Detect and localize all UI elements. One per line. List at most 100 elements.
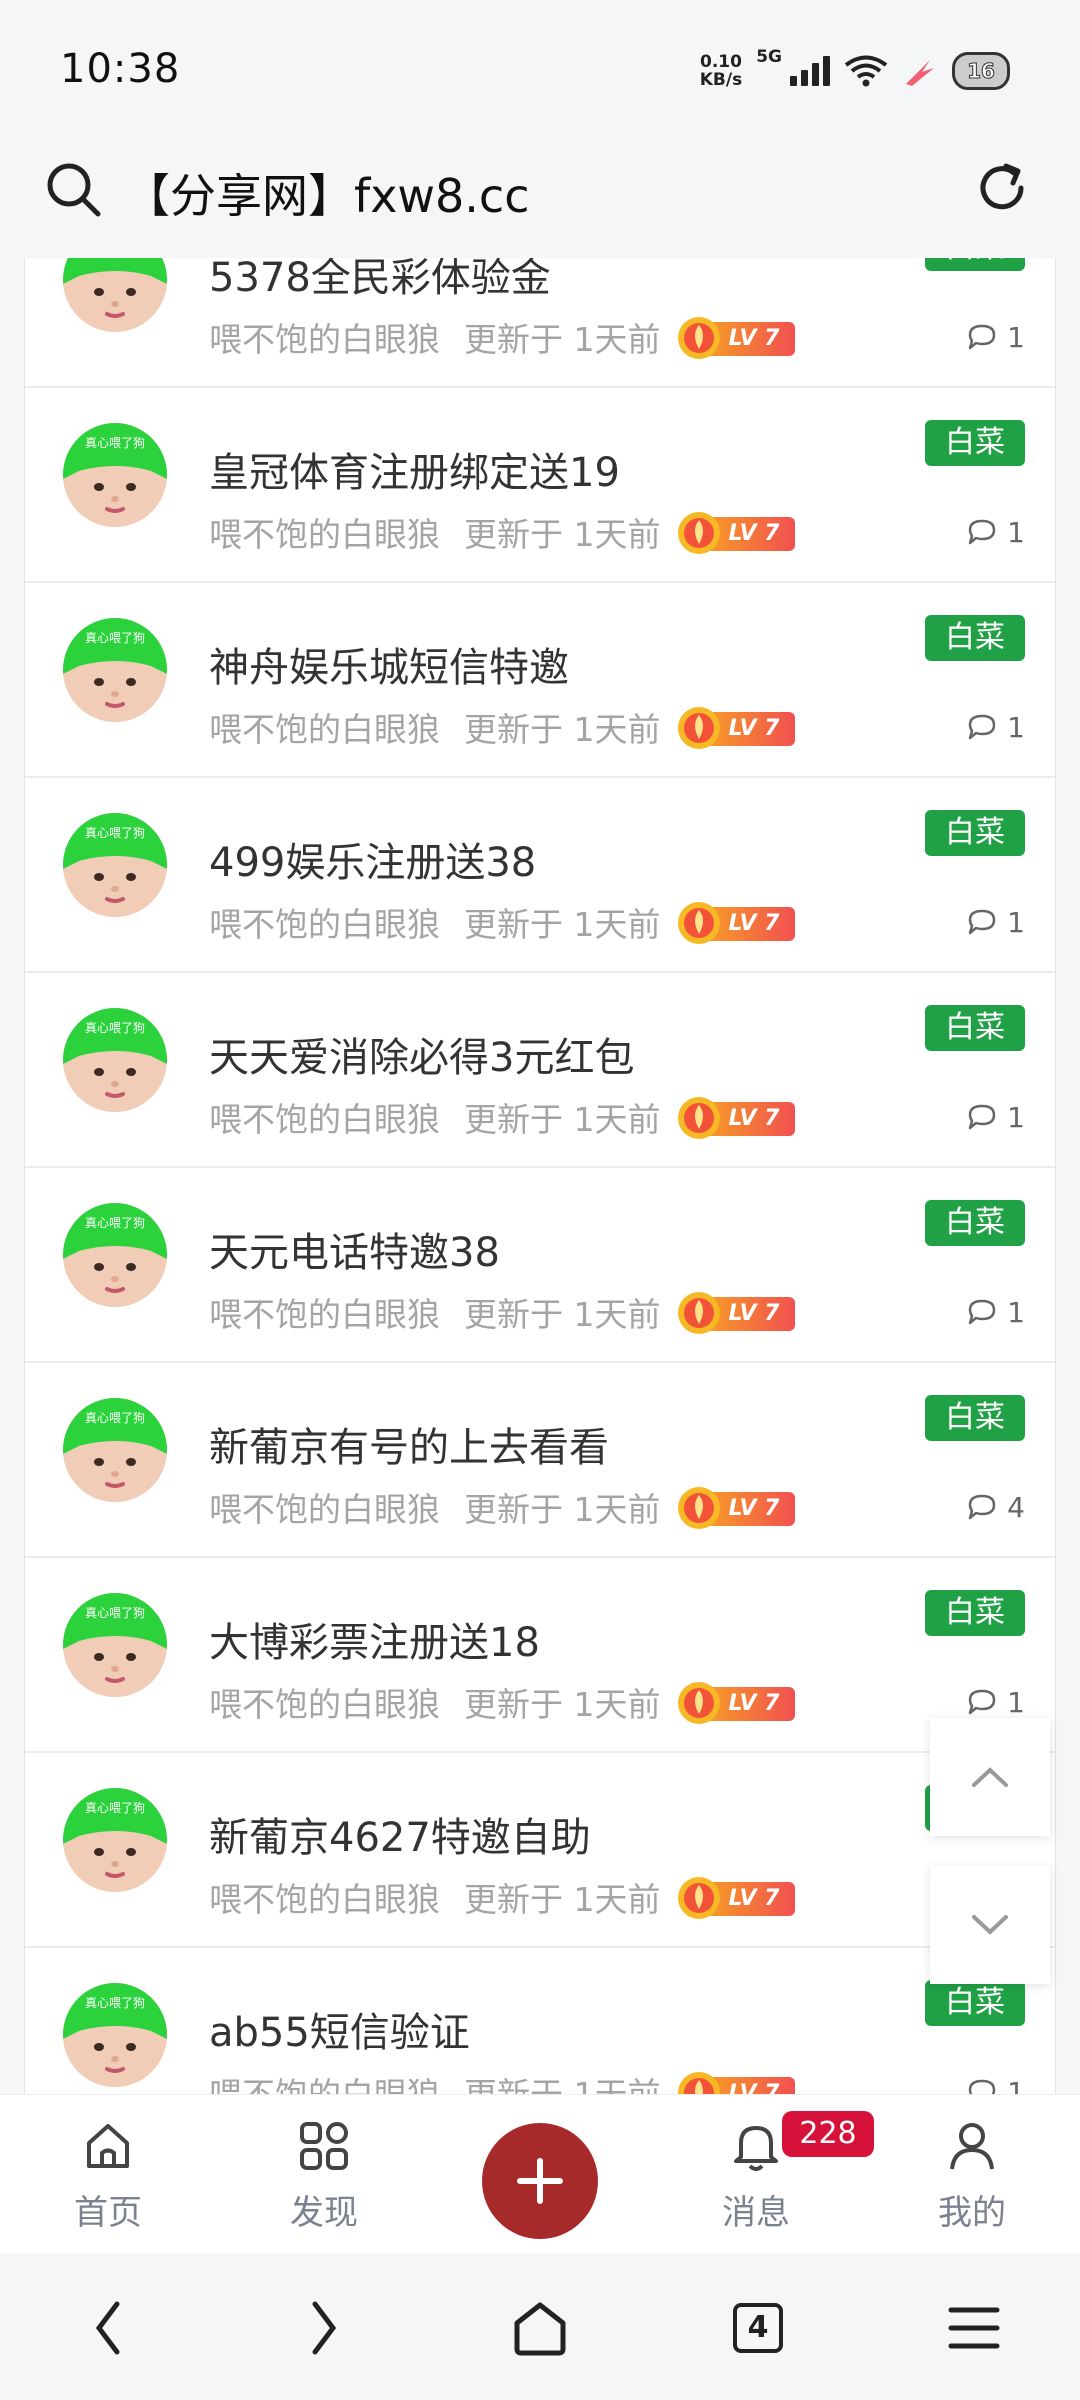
medal-icon (677, 317, 720, 359)
updated-time: 更新于 1天前 (464, 905, 661, 944)
category-tag[interactable]: 白菜 (925, 810, 1025, 856)
avatar[interactable]: 真心喂了狗 (63, 618, 167, 722)
category-tag[interactable]: 白菜 (925, 258, 1025, 271)
author-name[interactable]: 喂不饱的白眼狼 (209, 508, 440, 556)
level-badge: LV 7 (675, 1680, 795, 1724)
list-item[interactable]: 真心喂了狗 神舟娱乐城短信特邀 喂不饱的白眼狼 更新于 1天前 LV 7 白菜 (25, 583, 1055, 778)
category-tag[interactable]: 白菜 (925, 1005, 1025, 1051)
avatar[interactable]: 真心喂了狗 (63, 258, 167, 332)
medal-icon (677, 707, 720, 749)
scroll-bottom-button[interactable] (930, 1866, 1050, 1984)
post-meta: 喂不饱的白眼狼 更新于 1天前 LV 7 (209, 315, 795, 359)
author-name[interactable]: 喂不饱的白眼狼 (209, 703, 440, 751)
comment-number: 1 (1007, 2075, 1025, 2095)
post-title[interactable]: 499娱乐注册送38 (209, 830, 536, 888)
post-list-viewport[interactable]: 真心喂了狗 5378全民彩体验金 喂不饱的白眼狼 更新于 1天前 LV 7 白菜 (24, 258, 1056, 2094)
home-outline-icon (514, 2302, 566, 2356)
nav-mine[interactable]: 我的 (912, 2117, 1032, 2234)
nav-mine-label: 我的 (938, 2193, 1006, 2233)
nav-home[interactable]: 首页 (48, 2117, 168, 2234)
category-tag[interactable]: 白菜 (925, 1980, 1025, 2026)
author-name[interactable]: 喂不饱的白眼狼 (209, 1093, 440, 1141)
network-type: 5G (756, 47, 782, 67)
avatar[interactable]: 真心喂了狗 (63, 1593, 167, 1697)
avatar[interactable]: 真心喂了狗 (63, 1008, 167, 1112)
avatar[interactable]: 真心喂了狗 (63, 1203, 167, 1307)
svg-text:真心喂了狗: 真心喂了狗 (85, 1996, 145, 2010)
avatar[interactable]: 真心喂了狗 (63, 1983, 167, 2087)
status-time: 10:38 (60, 46, 181, 92)
comment-number: 1 (1007, 320, 1025, 354)
list-item[interactable]: 真心喂了狗 新葡京有号的上去看看 喂不饱的白眼狼 更新于 1天前 LV 7 白菜 (25, 1363, 1055, 1558)
author-name[interactable]: 喂不饱的白眼狼 (209, 898, 440, 946)
home-button[interactable] (508, 2298, 572, 2358)
post-title[interactable]: 大博彩票注册送18 (209, 1610, 540, 1668)
author-name[interactable]: 喂不饱的白眼狼 (209, 1678, 440, 1726)
level-badge: LV 7 (675, 1290, 795, 1334)
menu-icon (948, 2307, 1000, 2349)
category-tag[interactable]: 白菜 (925, 420, 1025, 466)
back-button[interactable] (80, 2298, 136, 2358)
level-badge: LV 7 (675, 2070, 795, 2094)
address-text[interactable]: 【分享网】fxw8.cc (124, 160, 530, 226)
avatar[interactable]: 真心喂了狗 (63, 813, 167, 917)
list-item[interactable]: 真心喂了狗 大博彩票注册送18 喂不饱的白眼狼 更新于 1天前 LV 7 白菜 (25, 1558, 1055, 1753)
post-meta: 喂不饱的白眼狼 更新于 1天前 LV 7 (209, 1485, 795, 1529)
post-title[interactable]: ab55短信验证 (209, 2000, 470, 2058)
list-item[interactable]: 真心喂了狗 5378全民彩体验金 喂不饱的白眼狼 更新于 1天前 LV 7 白菜 (25, 258, 1055, 388)
list-item[interactable]: 真心喂了狗 天天爱消除必得3元红包 喂不饱的白眼狼 更新于 1天前 LV 7 白… (25, 973, 1055, 1168)
browser-address-bar[interactable]: 【分享网】fxw8.cc (0, 140, 1080, 258)
post-title[interactable]: 皇冠体育注册绑定送19 (209, 440, 620, 498)
status-icons: 0.10 KB/s 5G 16 (700, 46, 1010, 96)
author-name[interactable]: 喂不饱的白眼狼 (209, 2068, 440, 2094)
svg-text:真心喂了狗: 真心喂了狗 (85, 826, 145, 840)
post-title[interactable]: 5378全民彩体验金 (209, 258, 551, 303)
list-item[interactable]: 真心喂了狗 499娱乐注册送38 喂不饱的白眼狼 更新于 1天前 LV 7 白菜 (25, 778, 1055, 973)
medal-icon (677, 1682, 720, 1724)
nav-messages-label: 消息 (722, 2193, 790, 2233)
updated-time: 更新于 1天前 (464, 1880, 661, 1919)
category-tag[interactable]: 白菜 (925, 1200, 1025, 1246)
comment-icon (968, 1299, 996, 1325)
author-name[interactable]: 喂不饱的白眼狼 (209, 1873, 440, 1921)
author-name[interactable]: 喂不饱的白眼狼 (209, 313, 440, 361)
nav-discover[interactable]: 发现 (264, 2117, 384, 2234)
list-item[interactable]: 真心喂了狗 天元电话特邀38 喂不饱的白眼狼 更新于 1天前 LV 7 白菜 1 (25, 1168, 1055, 1363)
avatar[interactable]: 真心喂了狗 (63, 423, 167, 527)
list-item[interactable]: 真心喂了狗 新葡京4627特邀自助 喂不饱的白眼狼 更新于 1天前 LV 7 白… (25, 1753, 1055, 1948)
author-name[interactable]: 喂不饱的白眼狼 (209, 1483, 440, 1531)
post-title[interactable]: 神舟娱乐城短信特邀 (209, 635, 569, 693)
category-tag[interactable]: 白菜 (925, 615, 1025, 661)
menu-button[interactable] (944, 2298, 1004, 2358)
post-meta: 喂不饱的白眼狼 更新于 1天前 LV 7 (209, 900, 795, 944)
scroll-top-button[interactable] (930, 1718, 1050, 1836)
medal-icon (677, 1292, 720, 1334)
nav-home-label: 首页 (74, 2193, 142, 2233)
avatar[interactable]: 真心喂了狗 (63, 1398, 167, 1502)
post-title[interactable]: 新葡京4627特邀自助 (209, 1805, 591, 1863)
list-item[interactable]: 真心喂了狗 ab55短信验证 喂不饱的白眼狼 更新于 1天前 LV 7 白菜 (25, 1948, 1055, 2094)
svg-text:真心喂了狗: 真心喂了狗 (85, 1801, 145, 1815)
comment-icon (968, 1494, 996, 1520)
category-tag[interactable]: 白菜 (925, 1590, 1025, 1636)
comment-icon (968, 909, 996, 935)
avatar[interactable]: 真心喂了狗 (63, 1788, 167, 1892)
tabs-button[interactable]: 4 (730, 2298, 786, 2358)
forward-button[interactable] (296, 2298, 352, 2358)
create-post-button[interactable] (482, 2123, 598, 2239)
list-item[interactable]: 真心喂了狗 皇冠体育注册绑定送19 喂不饱的白眼狼 更新于 1天前 LV 7 白… (25, 388, 1055, 583)
author-name[interactable]: 喂不饱的白眼狼 (209, 1288, 440, 1336)
system-nav-bar: 4 (0, 2254, 1080, 2400)
comment-number: 1 (1007, 515, 1025, 549)
post-title[interactable]: 天天爱消除必得3元红包 (209, 1025, 634, 1083)
category-tag[interactable]: 白菜 (925, 1395, 1025, 1441)
post-title[interactable]: 新葡京有号的上去看看 (209, 1415, 609, 1473)
refresh-icon[interactable] (974, 160, 1030, 216)
medal-icon (677, 1487, 720, 1529)
search-icon[interactable] (44, 160, 104, 220)
svg-text:真心喂了狗: 真心喂了狗 (85, 631, 145, 645)
level-badge: LV 7 (675, 510, 795, 554)
status-bar: 10:38 0.10 KB/s 5G 16 (0, 0, 1080, 140)
post-title[interactable]: 天元电话特邀38 (209, 1220, 500, 1278)
user-icon (950, 2123, 994, 2170)
